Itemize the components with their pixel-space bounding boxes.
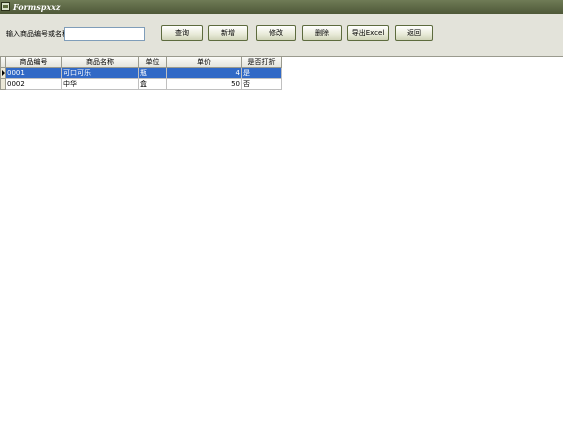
app-icon xyxy=(1,2,10,11)
column-header-price[interactable]: 单价 xyxy=(167,57,242,68)
export-excel-button[interactable]: 导出Excel xyxy=(347,25,389,41)
column-header-unit[interactable]: 单位 xyxy=(139,57,167,68)
column-header-id[interactable]: 商品编号 xyxy=(6,57,62,68)
search-label: 输入商品编号或名称 xyxy=(6,30,69,38)
cell-unit[interactable]: 盒 xyxy=(139,79,167,90)
cell-name[interactable]: 可口可乐 xyxy=(62,68,139,79)
back-button[interactable]: 返回 xyxy=(395,25,433,41)
cell-id[interactable]: 0001 xyxy=(6,68,62,79)
query-button[interactable]: 查询 xyxy=(161,25,203,41)
cell-name[interactable]: 中华 xyxy=(62,79,139,90)
cell-price[interactable]: 4 xyxy=(167,68,242,79)
cell-discount[interactable]: 是 xyxy=(242,68,282,79)
title-bar[interactable]: Formspxxz xyxy=(0,0,563,14)
search-toolbar: 输入商品编号或名称 查询 新增 修改 删除 导出Excel 返回 xyxy=(0,14,563,57)
add-button[interactable]: 新增 xyxy=(208,25,248,41)
cell-price[interactable]: 50 xyxy=(167,79,242,90)
current-row-pointer-icon xyxy=(2,70,5,76)
column-header-name[interactable]: 商品名称 xyxy=(62,57,139,68)
window-title: Formspxxz xyxy=(13,2,61,12)
cell-unit[interactable]: 瓶 xyxy=(139,68,167,79)
column-header-discount[interactable]: 是否打折 xyxy=(242,57,282,68)
edit-button[interactable]: 修改 xyxy=(256,25,296,41)
search-input[interactable] xyxy=(64,27,145,41)
cell-discount[interactable]: 否 xyxy=(242,79,282,90)
delete-button[interactable]: 删除 xyxy=(302,25,342,41)
cell-id[interactable]: 0002 xyxy=(6,79,62,90)
